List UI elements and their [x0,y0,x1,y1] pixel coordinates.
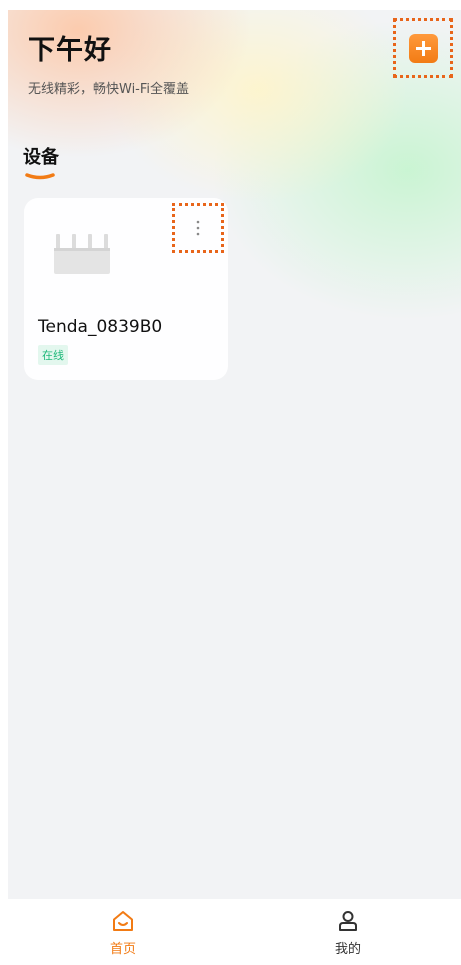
device-name: Tenda_0839B0 [38,317,163,337]
router-icon [54,234,110,274]
devices-section-title: 设备 [23,147,59,168]
device-menu-button[interactable] [172,203,224,253]
nav-label-home: 首页 [109,942,136,957]
section-underline-decoration [25,173,55,180]
greeting-title: 下午好 [28,35,112,66]
nav-item-home[interactable]: 首页 [83,909,163,957]
app-screen: 下午好 无线精彩，畅快Wi-Fi全覆盖 设备 Tenda_0839B0 在线 首… [8,10,461,965]
nav-label-mine: 我的 [334,942,361,957]
add-button-highlight [393,18,453,78]
status-badge: 在线 [38,345,68,365]
home-icon [113,911,133,931]
device-card[interactable]: Tenda_0839B0 在线 [24,198,228,380]
bottom-navigation: 首页 我的 [8,899,461,965]
greeting-subtitle: 无线精彩，畅快Wi-Fi全覆盖 [28,82,190,97]
add-device-button[interactable] [409,34,438,63]
user-icon [339,911,357,931]
plus-icon [416,41,431,56]
nav-item-mine[interactable]: 我的 [308,909,388,957]
more-vertical-icon [196,220,200,236]
